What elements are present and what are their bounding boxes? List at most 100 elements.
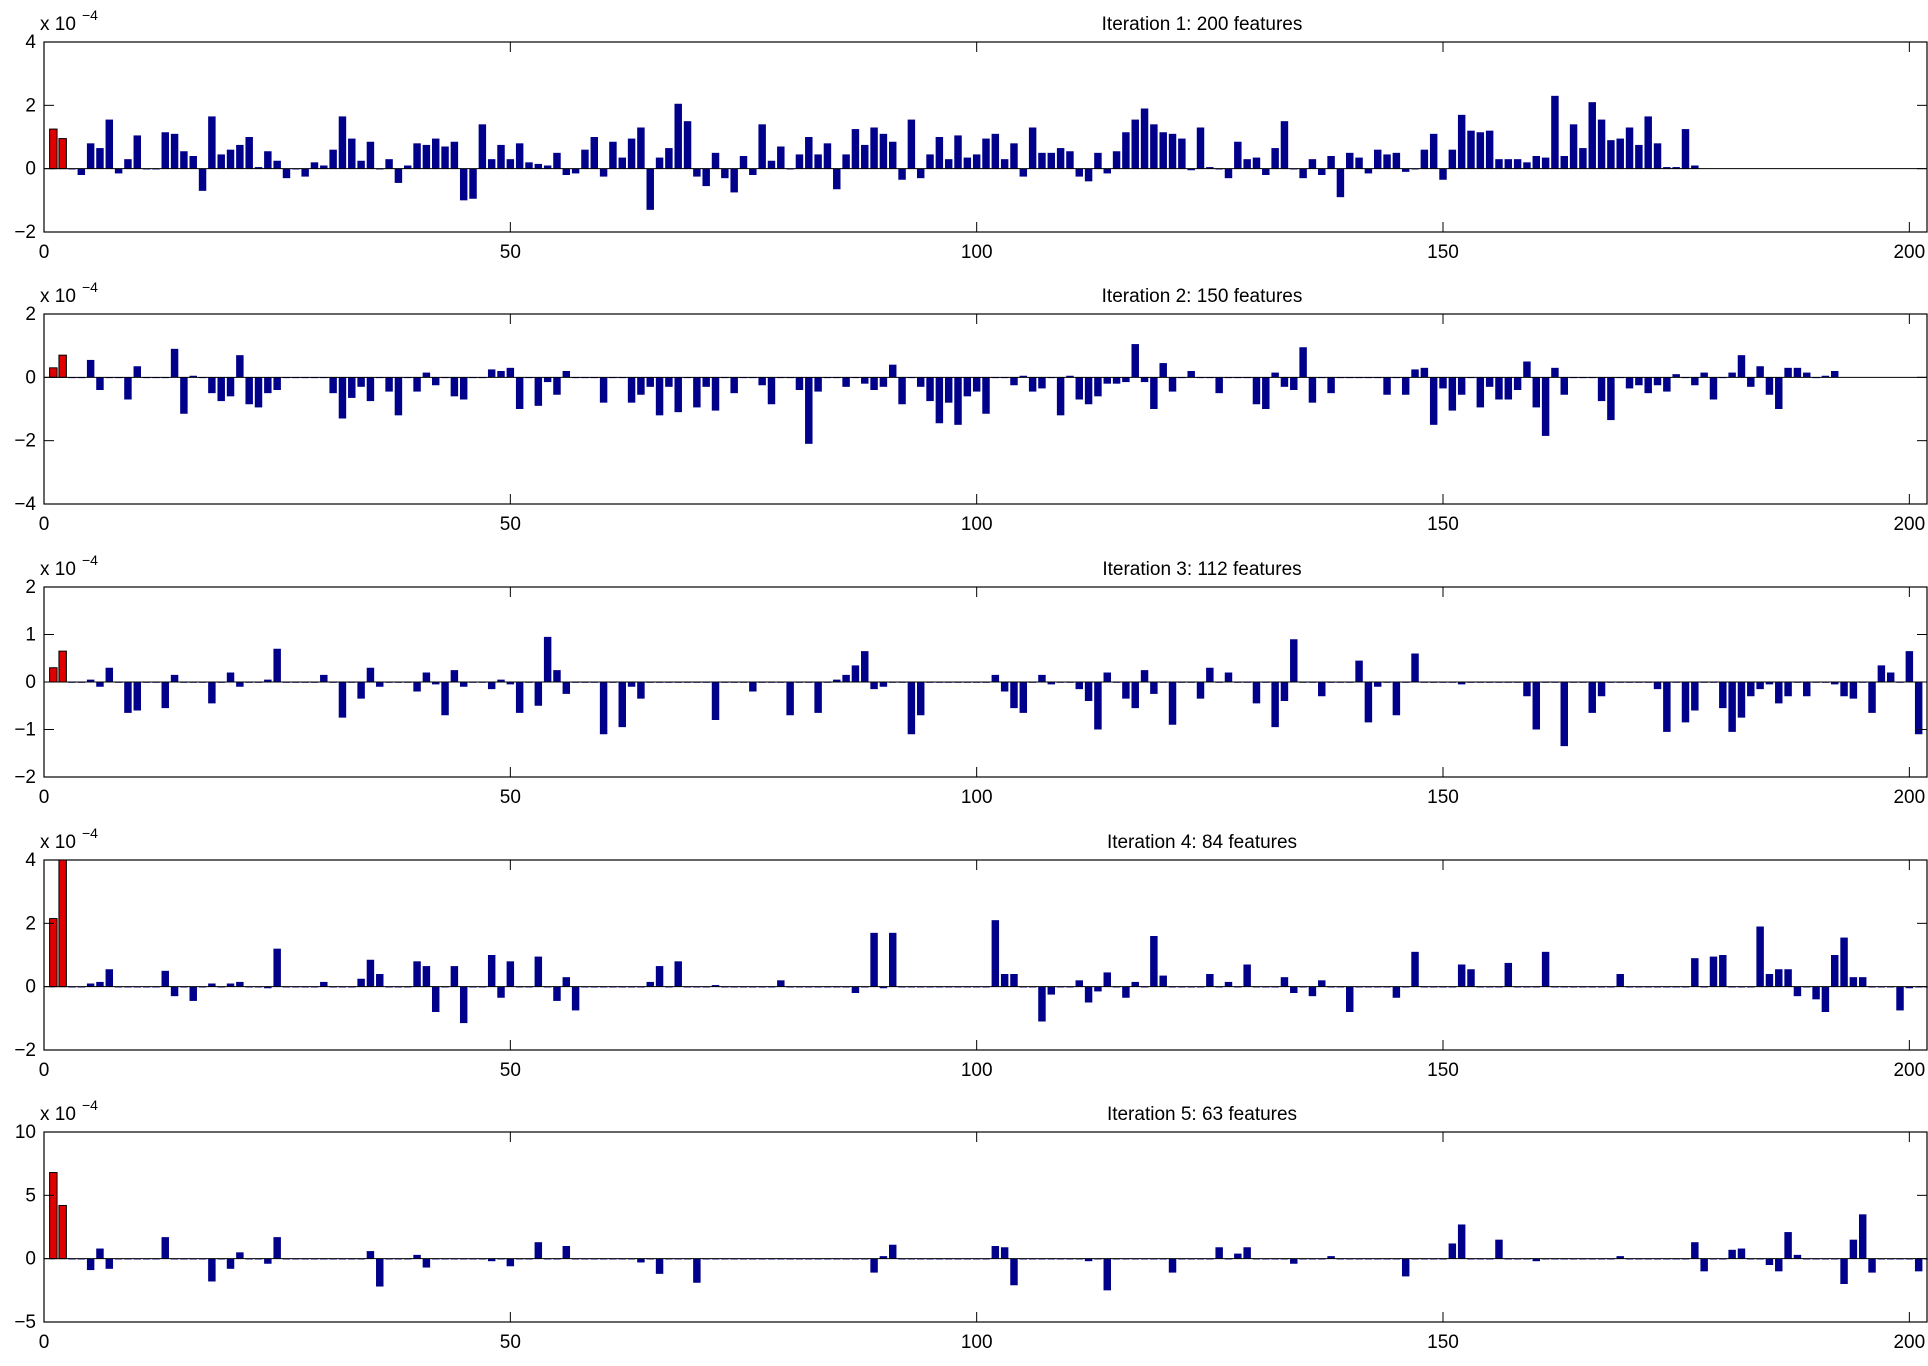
bar-feature-189 <box>1803 682 1811 697</box>
bar-feature-78 <box>767 377 776 405</box>
x-tick-label: 50 <box>500 514 521 535</box>
bar-feature-88 <box>861 377 869 384</box>
bar-feature-137 <box>1318 980 1326 987</box>
bar-feature-102 <box>991 920 1000 987</box>
bar-feature-117 <box>1131 344 1139 378</box>
bar-feature-149 <box>1429 133 1438 169</box>
bar-feature-119 <box>1150 377 1158 409</box>
bar-feature-130 <box>1252 682 1261 704</box>
bar-feature-91 <box>889 1244 897 1259</box>
bar-feature-94 <box>916 168 925 179</box>
bar-feature-48 <box>487 955 496 987</box>
bar-feature-132 <box>1271 372 1279 378</box>
bar-feature-79 <box>777 980 785 987</box>
bar-feature-41 <box>422 966 431 987</box>
bar-feature-5 <box>86 359 95 378</box>
bar-feature-106 <box>1028 377 1037 392</box>
bar-feature-132 <box>1271 148 1279 169</box>
bar-feature-171 <box>1635 377 1643 386</box>
bar-feature-41 <box>422 144 431 169</box>
bar-feature-201 <box>1914 682 1923 735</box>
bar-feature-142 <box>1364 168 1373 174</box>
bar-feature-22 <box>245 377 253 405</box>
bar-feature-184 <box>1756 366 1764 378</box>
bar-feature-96 <box>935 377 944 424</box>
bar-feature-91 <box>889 141 897 169</box>
bar-feature-89 <box>870 127 878 169</box>
bar-feature-178 <box>1700 372 1708 378</box>
bar-feature-162 <box>1551 367 1559 378</box>
bar-feature-161 <box>1541 951 1550 987</box>
bar-feature-28 <box>301 168 309 177</box>
bar-feature-56 <box>562 371 571 378</box>
bar-feature-173 <box>1653 682 1662 690</box>
bar-feature-137 <box>1318 682 1326 697</box>
bar-feature-21 <box>236 682 244 687</box>
bar-feature-77 <box>758 124 766 169</box>
y-tick-label: 1 <box>25 625 36 646</box>
bar-feature-173 <box>1653 143 1662 169</box>
y-tick-label: 4 <box>25 32 36 53</box>
bar-feature-51 <box>515 682 524 713</box>
bar-feature-45 <box>459 377 468 400</box>
x-tick-label: 50 <box>500 1060 521 1081</box>
bar-feature-44 <box>450 966 459 987</box>
x-tick-label: 100 <box>961 787 993 808</box>
bar-feature-112 <box>1084 168 1093 182</box>
bar-feature-53 <box>534 377 543 406</box>
bar-feature-186 <box>1775 377 1783 409</box>
panel-5: −505100 50 100 150 200Iteration 5: 63 featur… <box>14 1097 1928 1353</box>
bar-feature-66 <box>655 157 664 169</box>
bar-feature-183 <box>1747 377 1755 387</box>
bar-feature-160 <box>1532 377 1541 408</box>
bar-feature-104 <box>1010 143 1018 169</box>
bar-feature-151 <box>1448 149 1457 169</box>
bar-feature-16 <box>189 986 197 1001</box>
bar-feature-51 <box>515 377 524 409</box>
bar-feature-121 <box>1168 377 1177 392</box>
bar-feature-38 <box>394 168 403 183</box>
bar-feature-117 <box>1131 682 1139 709</box>
bar-feature-37 <box>385 159 393 169</box>
bar-feature-8 <box>114 168 123 174</box>
bar-feature-110 <box>1066 151 1074 169</box>
bar-feature-57 <box>571 986 580 1011</box>
bar-feature-146 <box>1401 377 1410 395</box>
bar-feature-145 <box>1392 682 1401 716</box>
bar-feature-45 <box>459 986 468 1024</box>
bar-feature-135 <box>1299 168 1307 179</box>
y-scale-label: x 10 <box>40 1104 76 1125</box>
bar-feature-138 <box>1327 156 1335 169</box>
bar-feature-117 <box>1131 119 1139 169</box>
bar-feature-7 <box>105 1258 114 1269</box>
bar-feature-14 <box>170 348 179 378</box>
bar-feature-90 <box>879 133 888 169</box>
bar-feature-174 <box>1663 682 1671 732</box>
bar-feature-157 <box>1504 962 1513 987</box>
bar-feature-111 <box>1075 980 1083 987</box>
bar-feature-167 <box>1597 119 1606 169</box>
bar-feature-105 <box>1019 168 1028 177</box>
x-tick-label: 0 <box>39 1060 50 1081</box>
bar-feature-7 <box>105 667 114 682</box>
bar-feature-188 <box>1793 1254 1802 1259</box>
bar-feature-31 <box>329 149 337 169</box>
bar-feature-34 <box>357 978 365 987</box>
bar-feature-1 <box>49 1172 58 1260</box>
bar-feature-86 <box>842 377 850 387</box>
bar-feature-121 <box>1168 682 1177 725</box>
y-tick-label: −2 <box>14 1040 36 1061</box>
bar-feature-97 <box>944 377 953 403</box>
bar-feature-50 <box>506 1258 515 1267</box>
bar-feature-107 <box>1038 377 1046 389</box>
bar-feature-156 <box>1495 159 1503 169</box>
bar-feature-100 <box>972 154 981 169</box>
bar-feature-59 <box>590 137 599 169</box>
bar-feature-196 <box>1868 1258 1876 1273</box>
bar-feature-79 <box>777 146 785 169</box>
bar-feature-124 <box>1196 682 1205 699</box>
bar-feature-164 <box>1569 124 1578 169</box>
bar-feature-49 <box>497 371 505 378</box>
bar-feature-114 <box>1103 168 1111 174</box>
bar-feature-93 <box>907 682 916 735</box>
